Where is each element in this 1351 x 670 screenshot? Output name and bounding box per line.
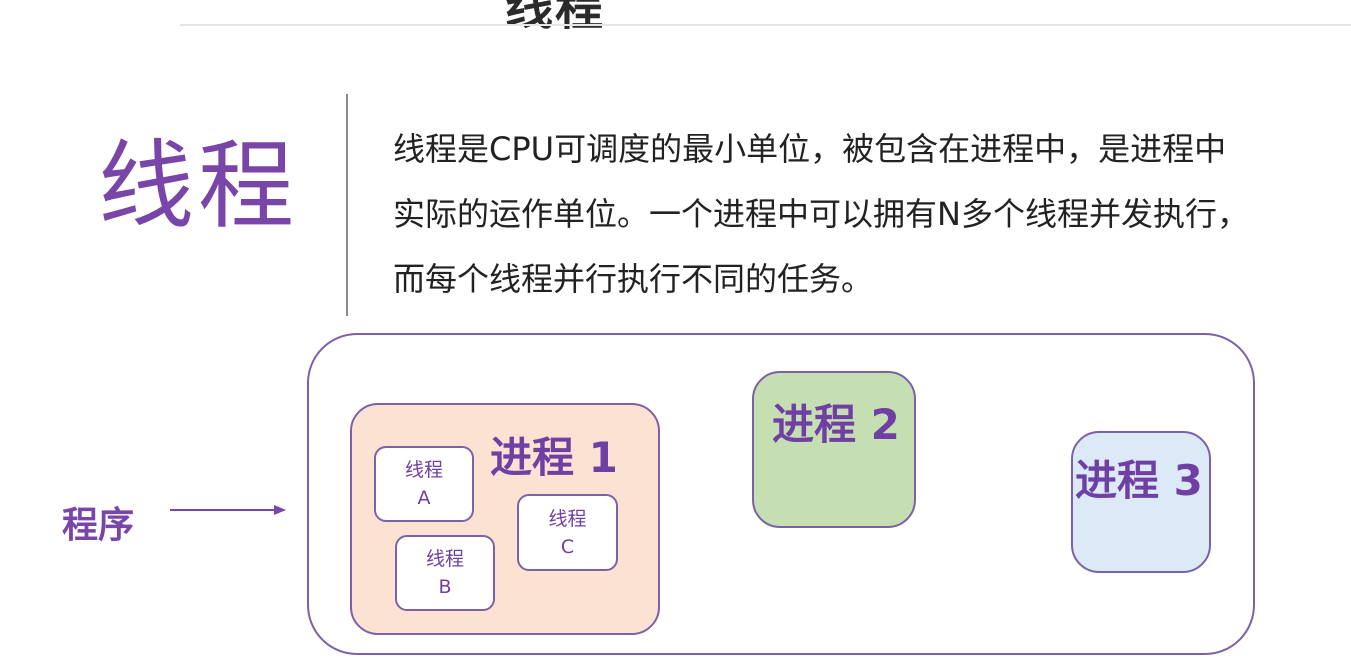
- thread-b-name: 线程: [425, 548, 464, 570]
- description-text: 线程是CPU可调度的最小单位，被包含在进程中，是进程中 实际的运作单位。一个进程…: [393, 117, 1351, 312]
- process-1-label: 进程 1: [490, 433, 618, 482]
- vertical-divider: [346, 94, 348, 316]
- description-line-1: 线程是CPU可调度的最小单位，被包含在进程中，是进程中: [393, 130, 1227, 168]
- arrow-right-icon: [170, 505, 286, 515]
- process-3-label: 进程 3: [1075, 456, 1203, 505]
- thread-c-box: 线程 C: [517, 494, 618, 571]
- section-heading: 线程: [98, 130, 298, 242]
- thread-a-box: 线程 A: [374, 446, 474, 522]
- slide-top-title: 线程: [505, 0, 606, 36]
- thread-c-name: 线程: [548, 507, 587, 530]
- thread-b-id: B: [438, 576, 452, 598]
- thread-a-name: 线程: [404, 459, 443, 481]
- thread-a-id: A: [417, 487, 431, 509]
- description-line-3: 而每个线程并行执行不同的任务。: [393, 260, 874, 298]
- program-label: 程序: [62, 505, 135, 546]
- process-2-label: 进程 2: [772, 400, 900, 449]
- thread-b-box: 线程 B: [395, 535, 495, 611]
- thread-c-id: C: [560, 535, 575, 558]
- header-divider: [180, 24, 1351, 26]
- description-line-2: 实际的运作单位。一个进程中可以拥有N多个线程并发执行，: [393, 195, 1249, 233]
